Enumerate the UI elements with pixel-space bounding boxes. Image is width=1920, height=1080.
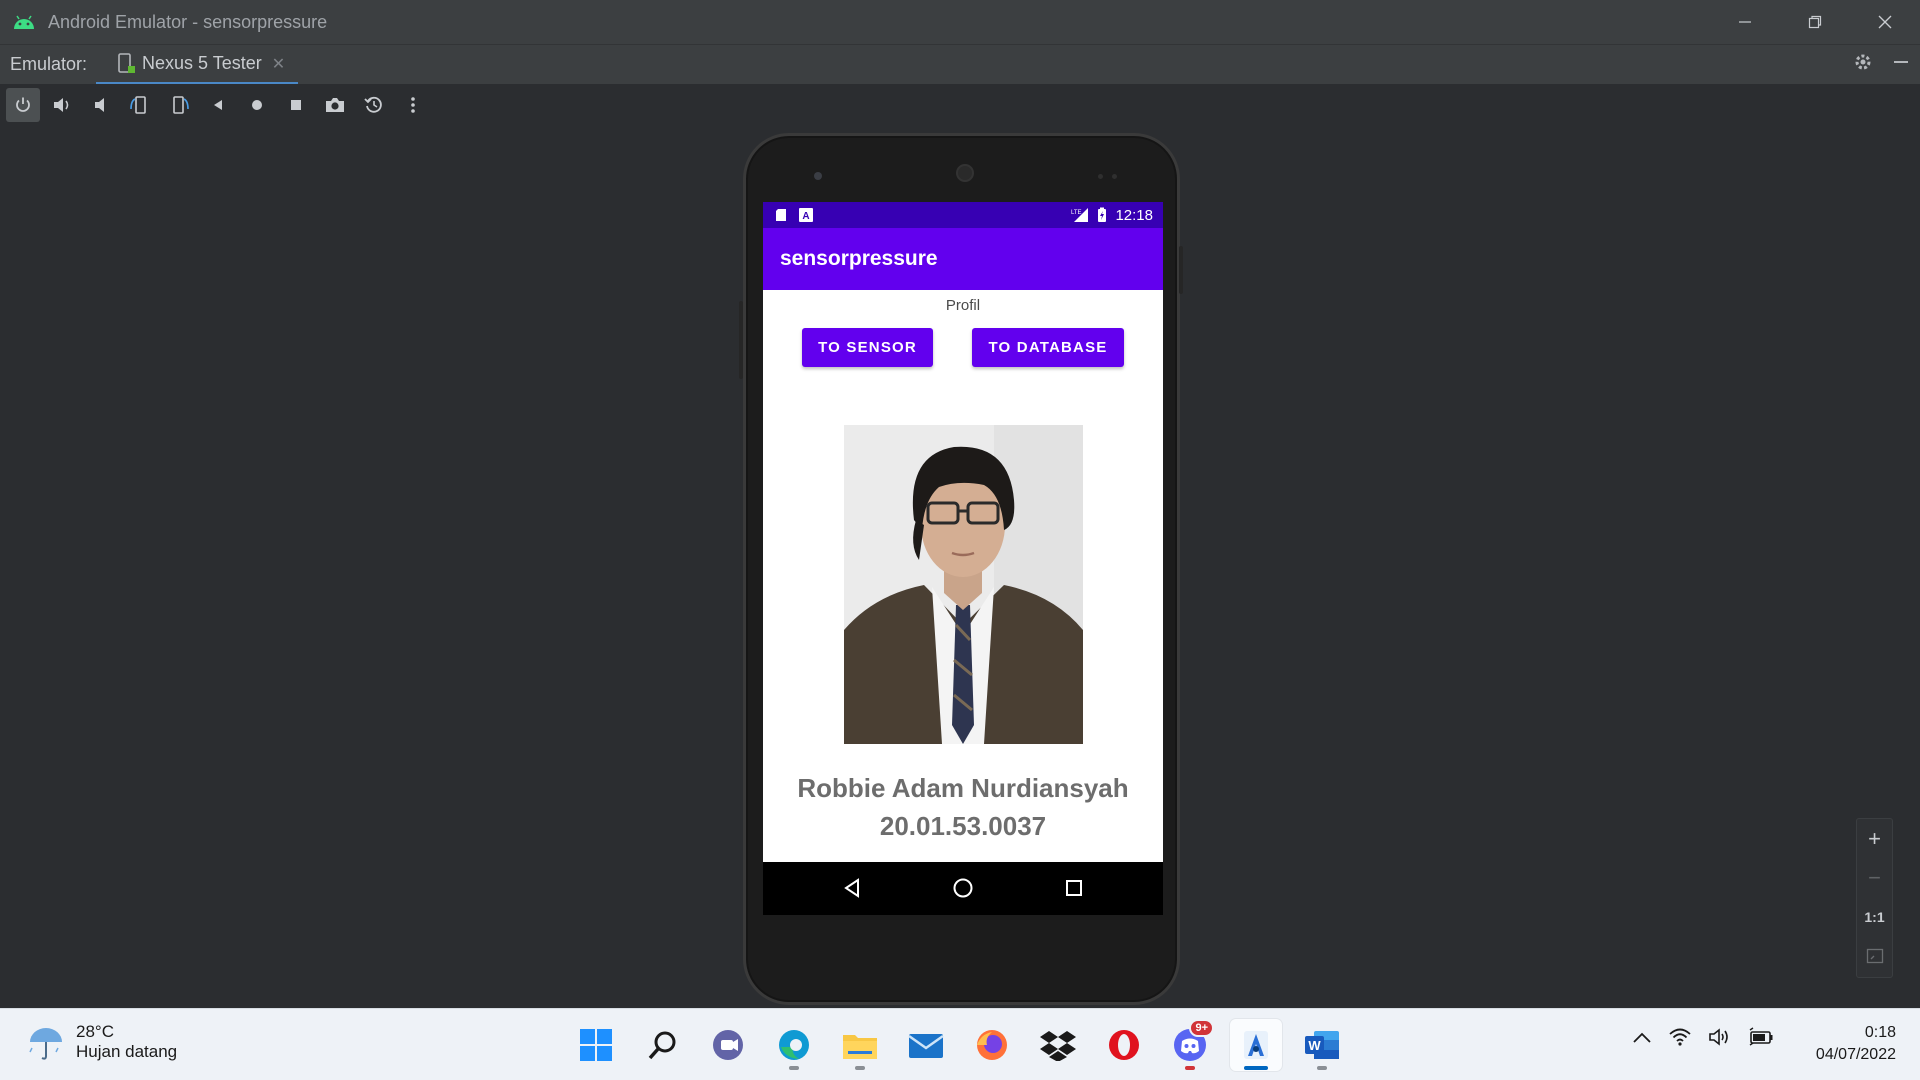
light-sensor bbox=[1112, 174, 1117, 179]
status-time: 12:18 bbox=[1115, 206, 1153, 224]
battery-charging-icon bbox=[1098, 207, 1107, 222]
zoom-panel: + − 1:1 bbox=[1856, 818, 1893, 978]
actual-size-button[interactable]: 1:1 bbox=[1857, 897, 1892, 936]
file-explorer-icon[interactable] bbox=[834, 1019, 886, 1071]
android-nav-bar bbox=[763, 862, 1163, 915]
rotate-left-icon[interactable] bbox=[123, 88, 157, 122]
front-camera-icon bbox=[814, 172, 822, 180]
close-tab-icon[interactable]: ✕ bbox=[272, 54, 285, 74]
minimize-button[interactable] bbox=[1710, 0, 1780, 44]
clock-time: 0:18 bbox=[1864, 1024, 1896, 1041]
umbrella-rain-icon bbox=[29, 1028, 62, 1060]
system-clock[interactable]: 0:18 04/07/2022 bbox=[1816, 1022, 1896, 1066]
power-side-button bbox=[1179, 246, 1183, 294]
student-name: Robbie Adam Nurdiansyah bbox=[797, 773, 1129, 803]
svg-text:A: A bbox=[802, 211, 809, 222]
dropbox-icon[interactable] bbox=[1032, 1019, 1084, 1071]
student-name-block: Robbie Adam Nurdiansyah 20.01.53.0037 bbox=[763, 769, 1163, 845]
restore-button[interactable] bbox=[1780, 0, 1850, 44]
home-circle-icon[interactable] bbox=[240, 88, 274, 122]
app-bar: sensorpressure bbox=[763, 228, 1163, 290]
nav-overview-icon[interactable] bbox=[1061, 875, 1087, 901]
nexus-5-device-frame: A LTE 12:18 sensorpressure Profil TO SEN… bbox=[739, 133, 1183, 1005]
device-screen: A LTE 12:18 sensorpressure Profil TO SEN… bbox=[763, 202, 1163, 915]
volume-up-icon[interactable] bbox=[45, 88, 79, 122]
firefox-icon[interactable] bbox=[966, 1019, 1018, 1071]
profile-content: Profil TO SENSOR TO DATABASE Robbie Adam… bbox=[763, 290, 1163, 862]
battery-charging-tray-icon[interactable] bbox=[1748, 1027, 1774, 1052]
volume-down-icon[interactable] bbox=[84, 88, 118, 122]
lte-signal-icon: LTE bbox=[1071, 208, 1089, 222]
earpiece-speaker bbox=[956, 164, 974, 182]
back-triangle-icon[interactable] bbox=[201, 88, 235, 122]
android-icon bbox=[10, 8, 38, 36]
emulator-label: Emulator: bbox=[10, 54, 88, 74]
power-icon[interactable] bbox=[6, 88, 40, 122]
nav-home-icon[interactable] bbox=[950, 875, 976, 901]
sd-card-icon bbox=[776, 209, 786, 221]
snapshot-restore-icon[interactable] bbox=[357, 88, 391, 122]
rotate-right-icon[interactable] bbox=[162, 88, 196, 122]
zoom-in-button[interactable]: + bbox=[1857, 819, 1892, 858]
proximity-sensor bbox=[1098, 174, 1103, 179]
zoom-out-button[interactable]: − bbox=[1857, 858, 1892, 897]
weather-temp: 28°C bbox=[76, 1022, 114, 1041]
android-studio-icon[interactable] bbox=[1230, 1019, 1282, 1071]
edge-browser-icon[interactable] bbox=[768, 1019, 820, 1071]
emulator-tabbar: Emulator: Nexus 5 Tester ✕ bbox=[0, 44, 1920, 85]
svg-text:LTE: LTE bbox=[1071, 210, 1082, 216]
to-database-button[interactable]: TO DATABASE bbox=[972, 328, 1124, 367]
svg-text:W: W bbox=[1308, 1038, 1321, 1053]
camera-icon[interactable] bbox=[318, 88, 352, 122]
profile-label: Profil bbox=[945, 297, 981, 314]
settings-gear-icon[interactable] bbox=[1844, 52, 1882, 78]
discord-icon[interactable]: 9+ bbox=[1164, 1019, 1216, 1071]
window-title: Android Emulator - sensorpressure bbox=[48, 11, 328, 32]
hide-panel-icon[interactable] bbox=[1882, 53, 1920, 77]
windows-taskbar: 28°C Hujan datang 9+ W 0:18 04/07/2022 bbox=[0, 1008, 1920, 1080]
weather-widget[interactable]: 28°C Hujan datang bbox=[26, 1022, 177, 1062]
tab-nexus-5-tester[interactable]: Nexus 5 Tester ✕ bbox=[96, 45, 298, 85]
tab-label: Nexus 5 Tester bbox=[142, 53, 262, 73]
mail-icon[interactable] bbox=[900, 1019, 952, 1071]
discord-notification-badge: 9+ bbox=[1189, 1019, 1214, 1037]
wifi-icon[interactable] bbox=[1668, 1027, 1692, 1052]
profile-photo bbox=[844, 425, 1083, 744]
window-titlebar: Android Emulator - sensorpressure bbox=[0, 0, 1920, 44]
student-id: 20.01.53.0037 bbox=[879, 811, 1047, 841]
android-status-bar: A LTE 12:18 bbox=[763, 202, 1163, 228]
chevron-up-icon[interactable] bbox=[1632, 1030, 1652, 1049]
search-icon[interactable] bbox=[636, 1019, 688, 1071]
opera-icon[interactable] bbox=[1098, 1019, 1150, 1071]
speaker-volume-icon[interactable] bbox=[1708, 1027, 1732, 1052]
device-icon bbox=[118, 52, 135, 73]
to-sensor-button[interactable]: TO SENSOR bbox=[802, 328, 933, 367]
app-title: sensorpressure bbox=[780, 247, 938, 270]
system-tray bbox=[1632, 1027, 1790, 1052]
more-options-icon[interactable] bbox=[396, 88, 430, 122]
start-button[interactable] bbox=[570, 1019, 622, 1071]
overview-square-icon[interactable] bbox=[279, 88, 313, 122]
emulator-toolbar bbox=[0, 84, 1920, 126]
teams-chat-icon[interactable] bbox=[702, 1019, 754, 1071]
fit-screen-icon[interactable] bbox=[1857, 936, 1892, 975]
volume-rocker bbox=[739, 301, 743, 379]
weather-condition: Hujan datang bbox=[76, 1042, 178, 1061]
clock-date: 04/07/2022 bbox=[1815, 1046, 1896, 1063]
keyboard-a-icon: A bbox=[799, 208, 813, 222]
nav-back-icon[interactable] bbox=[839, 875, 865, 901]
close-window-button[interactable] bbox=[1850, 0, 1920, 44]
word-icon[interactable]: W bbox=[1296, 1019, 1348, 1071]
